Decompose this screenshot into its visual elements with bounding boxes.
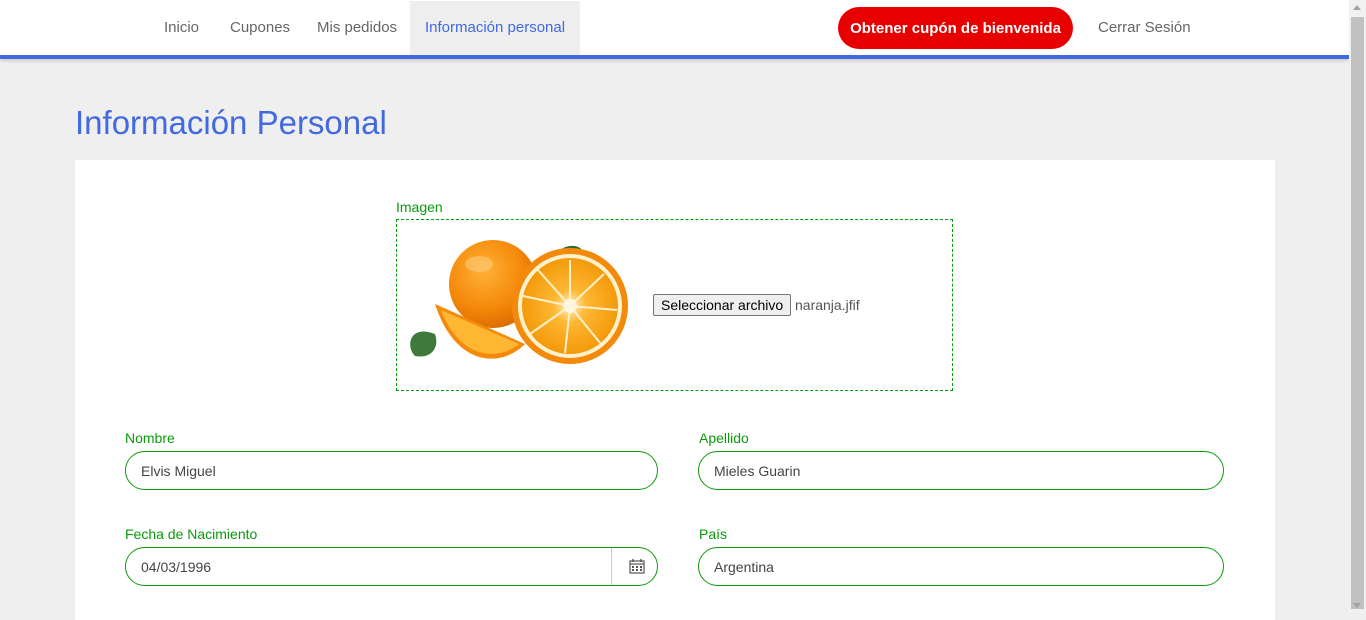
image-dropzone[interactable]: Seleccionar archivo naranja.jfif <box>396 219 953 391</box>
fecha-nacimiento-input[interactable] <box>141 548 566 585</box>
calendar-icon[interactable] <box>629 558 645 574</box>
scroll-thumb[interactable] <box>1351 17 1364 609</box>
select-file-button[interactable]: Seleccionar archivo <box>653 294 792 316</box>
fecha-nacimiento-label: Fecha de Nacimiento <box>125 526 258 542</box>
nombre-label: Nombre <box>125 430 175 446</box>
pais-label: País <box>699 526 728 542</box>
welcome-coupon-button[interactable]: Obtener cupón de bienvenida <box>838 7 1073 49</box>
apellido-label: Apellido <box>699 430 749 446</box>
calendar-separator <box>611 548 612 585</box>
page-scrollbar[interactable] <box>1349 0 1366 613</box>
nombre-input[interactable] <box>141 452 566 489</box>
image-label: Imagen <box>396 199 443 215</box>
nav-mis-pedidos[interactable]: Mis pedidos <box>302 1 412 55</box>
selected-file-name: naranja.jfif <box>795 297 860 313</box>
logout-link[interactable]: Cerrar Sesión <box>1098 1 1191 55</box>
page-title: Información Personal <box>75 104 387 141</box>
fecha-nacimiento-field[interactable] <box>125 547 658 586</box>
apellido-input[interactable] <box>714 452 1134 489</box>
nombre-field[interactable] <box>125 451 658 490</box>
nav-cupones[interactable]: Cupones <box>215 1 305 55</box>
pais-field[interactable] <box>698 547 1224 586</box>
personal-info-card: Imagen Seleccionar archivo naranja.jfif … <box>75 160 1275 620</box>
profile-image-orange <box>410 240 628 364</box>
top-navbar: Inicio Cupones Mis pedidos Información p… <box>0 0 1349 59</box>
nav-informacion-personal[interactable]: Información personal <box>410 1 581 55</box>
scroll-down-icon[interactable] <box>1353 603 1361 608</box>
nav-inicio[interactable]: Inicio <box>149 1 214 55</box>
pais-input[interactable] <box>714 548 1134 585</box>
apellido-field[interactable] <box>698 451 1224 490</box>
scroll-up-icon[interactable] <box>1353 5 1361 10</box>
